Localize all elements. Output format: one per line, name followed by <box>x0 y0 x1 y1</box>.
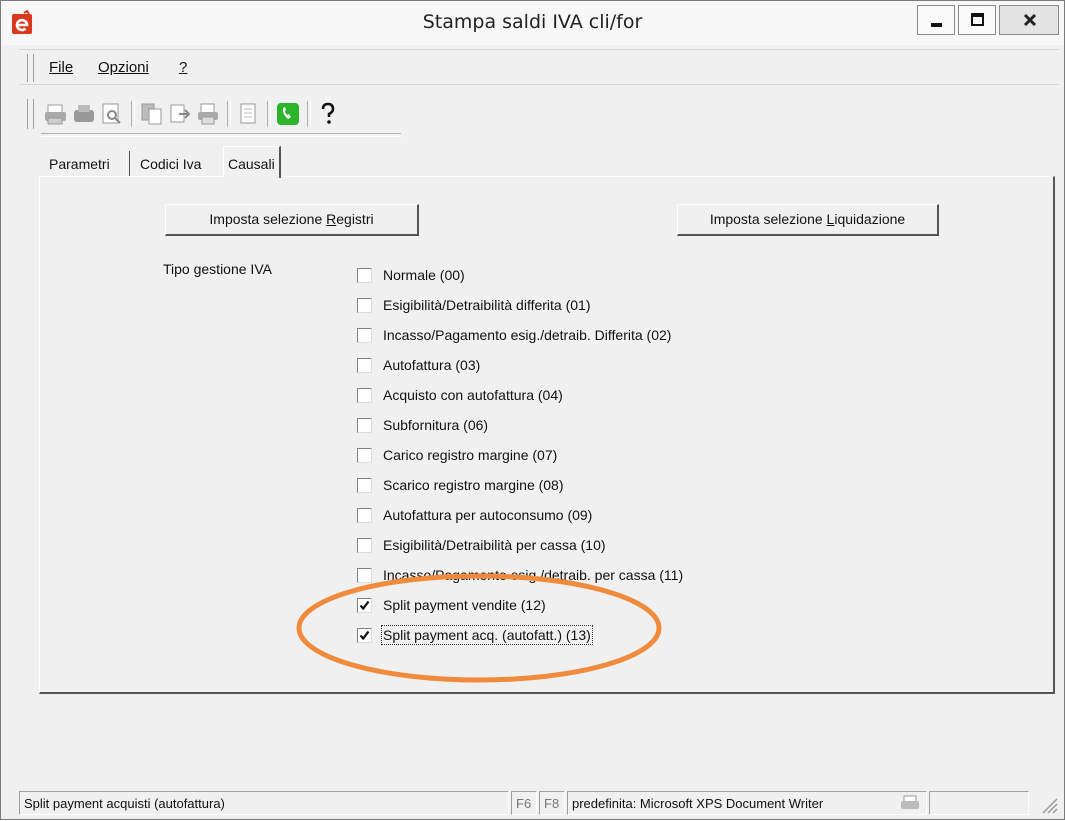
maximize-button[interactable] <box>958 5 996 35</box>
status-key-f8: F8 <box>539 791 565 815</box>
tab-codici-iva[interactable]: Codici Iva <box>136 150 205 178</box>
minimize-button[interactable] <box>917 5 955 35</box>
status-bar: Split payment acquisti (autofattura) F6 … <box>19 791 1061 817</box>
close-button[interactable] <box>999 5 1059 35</box>
status-panel-empty <box>929 791 1029 815</box>
resize-grip-icon[interactable] <box>1039 795 1059 815</box>
imposta-selezione-registri-button[interactable]: Imposta selezione Registri <box>165 204 419 236</box>
checkbox[interactable] <box>357 568 372 583</box>
printer-icon[interactable] <box>195 101 221 127</box>
export-icon[interactable] <box>167 101 193 127</box>
menu-bar: File Opzioni ? <box>19 49 1059 85</box>
checkbox-label: Split payment vendite (12) <box>383 597 546 613</box>
tab-causali[interactable]: Causali <box>223 146 281 178</box>
tab-parametri[interactable]: Parametri <box>45 150 114 178</box>
checkbox-label: Autofattura per autoconsumo (09) <box>383 507 593 523</box>
checkbox-label: Autofattura (03) <box>383 357 481 373</box>
toolbar-grip[interactable] <box>27 99 34 129</box>
tipo-gestione-iva-label: Tipo gestione IVA <box>163 261 272 277</box>
checkbox-label: Acquisto con autofattura (04) <box>383 387 563 403</box>
checkmark-icon <box>359 600 370 611</box>
toolbar-separator <box>267 101 271 127</box>
checkbox-label: Scarico registro margine (08) <box>383 477 564 493</box>
printer-status-icon <box>901 795 919 809</box>
checkbox-label: Incasso/Pagamento esig./detraib. Differi… <box>383 327 672 343</box>
tab-panel-causali <box>39 176 1055 694</box>
toolbar-separator <box>227 101 231 127</box>
checkbox-label: Esigibilità/Detraibilità per cassa (10) <box>383 537 606 553</box>
status-message: Split payment acquisti (autofattura) <box>19 791 509 815</box>
checkbox[interactable] <box>357 448 372 463</box>
menu-file[interactable]: File <box>49 59 73 76</box>
checkbox[interactable] <box>357 388 372 403</box>
checkbox[interactable] <box>357 628 372 643</box>
imposta-selezione-liquidazione-button[interactable]: Imposta selezione Liquidazione <box>677 204 939 236</box>
toolbar-separator <box>307 101 311 127</box>
checkbox[interactable] <box>357 418 372 433</box>
checkbox-label: Normale (00) <box>383 267 465 283</box>
checkbox[interactable] <box>357 298 372 313</box>
help-icon[interactable] <box>315 101 341 127</box>
checkbox-label: Subfornitura (06) <box>383 417 489 433</box>
window-title: Stampa saldi IVA cli/for <box>422 11 643 33</box>
page-icon[interactable] <box>235 101 261 127</box>
menu-help[interactable]: ? <box>179 59 187 76</box>
status-printer-label: predefinita: Microsoft XPS Document Writ… <box>572 796 824 811</box>
close-icon <box>1023 13 1037 27</box>
print-icon[interactable] <box>43 101 69 127</box>
checkbox[interactable] <box>357 598 372 613</box>
checkbox[interactable] <box>357 538 372 553</box>
checkbox[interactable] <box>357 508 372 523</box>
tab-separator <box>126 151 130 177</box>
print-setup-icon[interactable] <box>71 101 97 127</box>
status-key-f6: F6 <box>511 791 537 815</box>
toolbar-separator <box>131 101 135 127</box>
status-printer[interactable]: predefinita: Microsoft XPS Document Writ… <box>567 791 927 815</box>
copy-icon[interactable] <box>139 101 165 127</box>
toolbar <box>19 93 399 135</box>
checkbox-label: Carico registro margine (07) <box>383 447 558 463</box>
checkbox[interactable] <box>357 268 372 283</box>
checkbox-label: Split payment acq. (autofatt.) (13) <box>381 625 593 645</box>
checkbox[interactable] <box>357 328 372 343</box>
minimize-icon <box>931 23 942 27</box>
checkbox-label: Incasso/Pagamento esig./detraib. per cas… <box>383 567 684 583</box>
menu-grip[interactable] <box>27 54 34 82</box>
checkbox-label: Esigibilità/Detraibilità differita (01) <box>383 297 591 313</box>
checkbox[interactable] <box>357 358 372 373</box>
print-preview-icon[interactable] <box>99 101 125 127</box>
main-window: Stampa saldi IVA cli/for File Opzioni ? <box>0 0 1065 820</box>
maximize-icon <box>971 13 984 26</box>
toolbar-border <box>41 133 401 137</box>
menu-opzioni[interactable]: Opzioni <box>98 59 149 76</box>
checkmark-icon <box>359 630 370 641</box>
title-bar[interactable]: Stampa saldi IVA cli/for <box>1 1 1064 45</box>
checkbox[interactable] <box>357 478 372 493</box>
phone-icon[interactable] <box>275 101 301 127</box>
